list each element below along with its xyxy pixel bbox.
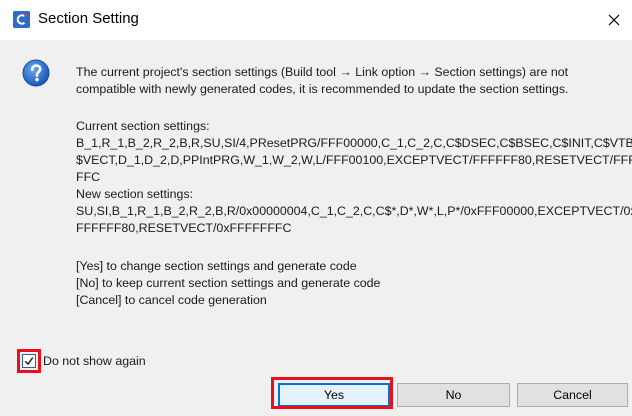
title-bar: Section Setting xyxy=(0,0,632,40)
option-yes-text: [Yes] to change section settings and gen… xyxy=(76,259,357,273)
checkbox-box[interactable] xyxy=(22,354,36,368)
no-button[interactable]: No xyxy=(397,383,510,407)
current-settings-line2: $VECT,D_1,D_2,D,PPIntPRG,W_1,W_2,W,L/FFF… xyxy=(76,153,632,167)
close-button[interactable] xyxy=(600,0,632,40)
new-settings-line2: FFFFFF80,RESETVECT/0xFFFFFFFC xyxy=(76,221,292,235)
message-intro-line1: The current project's section settings (… xyxy=(76,65,569,79)
option-cancel-text: [Cancel] to cancel code generation xyxy=(76,293,267,307)
checkmark-icon xyxy=(24,357,34,366)
close-icon xyxy=(608,14,620,26)
new-settings-heading: New section settings: xyxy=(76,187,194,201)
cancel-button[interactable]: Cancel xyxy=(517,383,628,407)
app-logo-icon xyxy=(13,11,30,28)
current-settings-heading: Current section settings: xyxy=(76,119,210,133)
window-title: Section Setting xyxy=(38,10,139,27)
current-settings-line1: B_1,R_1,B_2,R_2,B,R,SU,SI/4,PResetPRG/FF… xyxy=(76,136,632,150)
yes-button[interactable]: Yes xyxy=(278,383,390,407)
new-settings-line1: SU,SI,B_1,R_1,B_2,R_2,B,R/0x00000004,C_1… xyxy=(76,204,632,218)
current-settings-line3: FFC xyxy=(76,170,101,184)
question-icon xyxy=(22,59,50,87)
do-not-show-again-checkbox[interactable] xyxy=(17,349,41,373)
message-intro-line2: compatible with newly generated codes, i… xyxy=(76,82,569,96)
do-not-show-again-label[interactable]: Do not show again xyxy=(43,354,146,368)
option-no-text: [No] to keep current section settings an… xyxy=(76,276,381,290)
